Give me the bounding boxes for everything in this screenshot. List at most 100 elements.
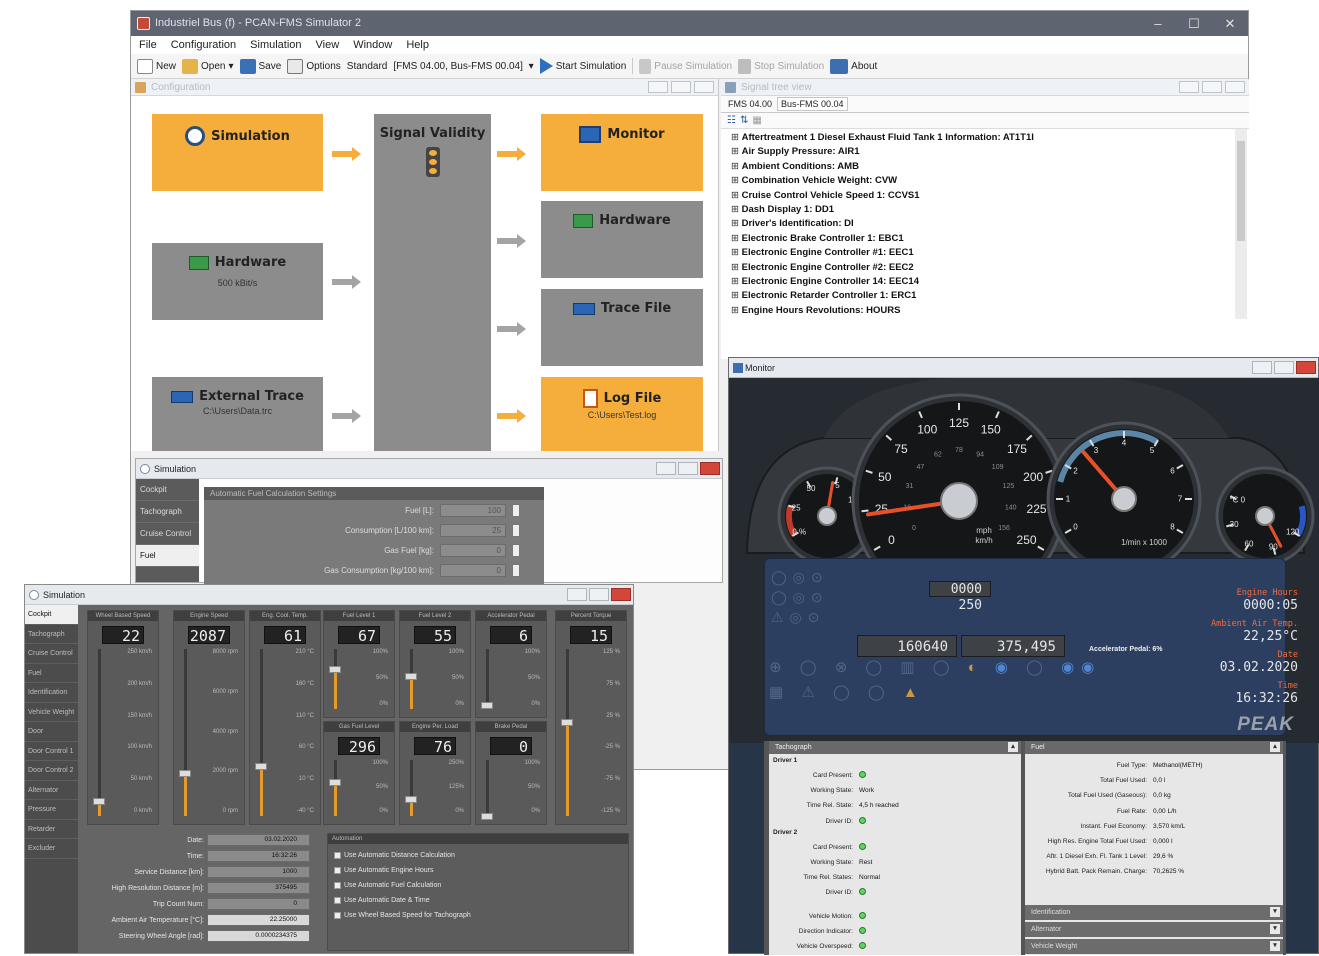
hardware-input-block[interactable]: Hardware 500 kBit/s: [152, 243, 323, 320]
tree-item[interactable]: Ambient Conditions: AMB: [731, 160, 1237, 174]
tree-item[interactable]: Aftertreatment 1 Diesel Exhaust Fluid Ta…: [731, 131, 1237, 145]
expand-icon[interactable]: ▾: [1270, 924, 1280, 934]
field-input[interactable]: 0: [440, 563, 506, 577]
gauge-slider-handle[interactable]: [255, 763, 267, 770]
external-trace-block[interactable]: External Trace C:\Users\Data.trc: [152, 377, 323, 451]
nav-item[interactable]: Cruise Control: [25, 644, 78, 664]
menu-file[interactable]: File: [139, 39, 157, 51]
options-button[interactable]: Options: [287, 58, 341, 74]
minimize-button[interactable]: –: [1140, 11, 1176, 36]
fuel-header[interactable]: Fuel ▴: [1025, 741, 1283, 754]
tachograph-header[interactable]: Tachograph ▴: [769, 741, 1021, 754]
pause-simulation-button[interactable]: Pause Simulation: [639, 58, 732, 74]
gauge-slider-handle[interactable]: [93, 798, 105, 805]
panel-minimize-button[interactable]: [648, 81, 668, 93]
panel-restore-button[interactable]: [671, 81, 691, 93]
close-button[interactable]: ✕: [1212, 11, 1248, 36]
collapsed-section[interactable]: Identification ▾: [1025, 905, 1283, 920]
log-file-block[interactable]: Log File C:\Users\Test.log: [541, 377, 703, 451]
new-button[interactable]: New: [137, 58, 176, 74]
field-input[interactable]: 375495: [207, 882, 310, 894]
field-input[interactable]: 1000: [207, 866, 310, 878]
standard-select[interactable]: [FMS 04.00, Bus-FMS 00.04] ▾: [393, 61, 533, 72]
nav-fuel[interactable]: Fuel: [136, 545, 199, 567]
close-button[interactable]: [1296, 361, 1316, 374]
gauge-slider-handle[interactable]: [179, 770, 191, 777]
field-input[interactable]: 22.25000: [207, 914, 310, 926]
tree-item[interactable]: Engine Hours Revolutions: HOURS: [731, 304, 1237, 318]
collapsed-section[interactable]: Alternator ▾: [1025, 922, 1283, 937]
open-button[interactable]: Open ▾: [182, 58, 234, 74]
nav-cockpit[interactable]: Cockpit: [136, 479, 199, 501]
start-simulation-button[interactable]: Start Simulation: [539, 58, 626, 74]
gauge-slider-handle[interactable]: [481, 813, 493, 820]
close-button[interactable]: [700, 462, 720, 475]
nav-item[interactable]: Fuel: [25, 664, 78, 683]
spinner-icon[interactable]: [512, 503, 520, 517]
menu-view[interactable]: View: [316, 39, 340, 51]
tab-bus-fms[interactable]: Bus-FMS 00.04: [777, 97, 848, 111]
automation-checkbox[interactable]: Use Automatic Date & Time: [328, 893, 628, 908]
menu-window[interactable]: Window: [353, 39, 392, 51]
tree-item[interactable]: Electronic Brake Controller 1: EBC1: [731, 232, 1237, 246]
gauge-slider-handle[interactable]: [561, 719, 573, 726]
stop-simulation-button[interactable]: Stop Simulation: [738, 58, 824, 74]
tree-item[interactable]: Electronic Engine Controller 14: EEC14: [731, 275, 1237, 289]
gauge-slider-handle[interactable]: [329, 666, 341, 673]
maximize-button[interactable]: ☐: [1176, 11, 1212, 36]
spinner-icon[interactable]: [512, 523, 520, 537]
panel-restore-button[interactable]: [1202, 81, 1222, 93]
panel-minimize-button[interactable]: [1179, 81, 1199, 93]
field-input[interactable]: 0: [207, 898, 310, 910]
hardware-output-block[interactable]: Hardware: [541, 201, 703, 278]
gauge-slider-handle[interactable]: [405, 673, 417, 680]
collapse-icon[interactable]: ▴: [1008, 742, 1018, 752]
tree-item[interactable]: Cruise Control Vehicle Speed 1: CCVS1: [731, 189, 1237, 203]
nav-item[interactable]: Vehicle Weight: [25, 703, 78, 722]
field-input[interactable]: 16:32:26: [207, 850, 310, 862]
tree-item[interactable]: Electronic Engine Controller #2: EEC2: [731, 261, 1237, 275]
tree-item[interactable]: Driver's Identification: DI: [731, 217, 1237, 231]
nav-item[interactable]: Door Control 1: [25, 742, 78, 761]
spinner-icon[interactable]: [512, 563, 520, 577]
automation-checkbox[interactable]: Use Automatic Fuel Calculation: [328, 878, 628, 893]
expand-icon[interactable]: ▾: [1270, 941, 1280, 951]
trace-file-block[interactable]: Trace File: [541, 289, 703, 366]
checkbox-icon[interactable]: [334, 867, 341, 874]
checkbox-icon[interactable]: [334, 852, 341, 859]
tree-item[interactable]: Electronic Engine Controller #1: EEC1: [731, 246, 1237, 260]
alpha-sort-icon[interactable]: ⇅: [740, 115, 748, 126]
gauge-slider-handle[interactable]: [481, 702, 493, 709]
nav-item[interactable]: Door: [25, 722, 78, 742]
gauge-slider-handle[interactable]: [405, 796, 417, 803]
field-input[interactable]: 0.0000234375: [207, 930, 310, 942]
checkbox-icon[interactable]: [334, 897, 341, 904]
category-sort-icon[interactable]: ☷: [727, 115, 736, 126]
nav-tachograph[interactable]: Tachograph: [136, 501, 199, 523]
checkbox-icon[interactable]: [334, 912, 341, 919]
menu-configuration[interactable]: Configuration: [171, 39, 236, 51]
field-input[interactable]: 03.02.2020: [207, 834, 310, 846]
tree-scrollbar[interactable]: [1235, 129, 1247, 319]
field-input[interactable]: 0: [440, 543, 506, 557]
automation-checkbox[interactable]: Use Automatic Distance Calculation: [328, 848, 628, 863]
simulation-block[interactable]: Simulation: [152, 114, 323, 191]
collapsed-section[interactable]: Vehicle Weight ▾: [1025, 939, 1283, 954]
minimize-button[interactable]: [567, 588, 587, 601]
tab-fms[interactable]: FMS 04.00: [725, 98, 775, 110]
tree-item[interactable]: Electronic Retarder Controller 1: ERC1: [731, 289, 1237, 303]
nav-item[interactable]: Door Control 2: [25, 761, 78, 781]
panel-close-button[interactable]: [694, 81, 714, 93]
maximize-button[interactable]: [1274, 361, 1294, 374]
automation-checkbox[interactable]: Use Wheel Based Speed for Tachograph: [328, 908, 628, 923]
minimize-button[interactable]: [656, 462, 676, 475]
panel-close-button[interactable]: [1225, 81, 1245, 93]
tree-item[interactable]: Air Supply Pressure: AIR1: [731, 145, 1237, 159]
nav-item[interactable]: Pressure: [25, 800, 78, 820]
tree-item[interactable]: Dash Display 1: DD1: [731, 203, 1237, 217]
maximize-button[interactable]: [678, 462, 698, 475]
maximize-button[interactable]: [589, 588, 609, 601]
automation-checkbox[interactable]: Use Automatic Engine Hours: [328, 863, 628, 878]
nav-item[interactable]: Alternator: [25, 781, 78, 800]
nav-item[interactable]: Retarder: [25, 820, 78, 839]
